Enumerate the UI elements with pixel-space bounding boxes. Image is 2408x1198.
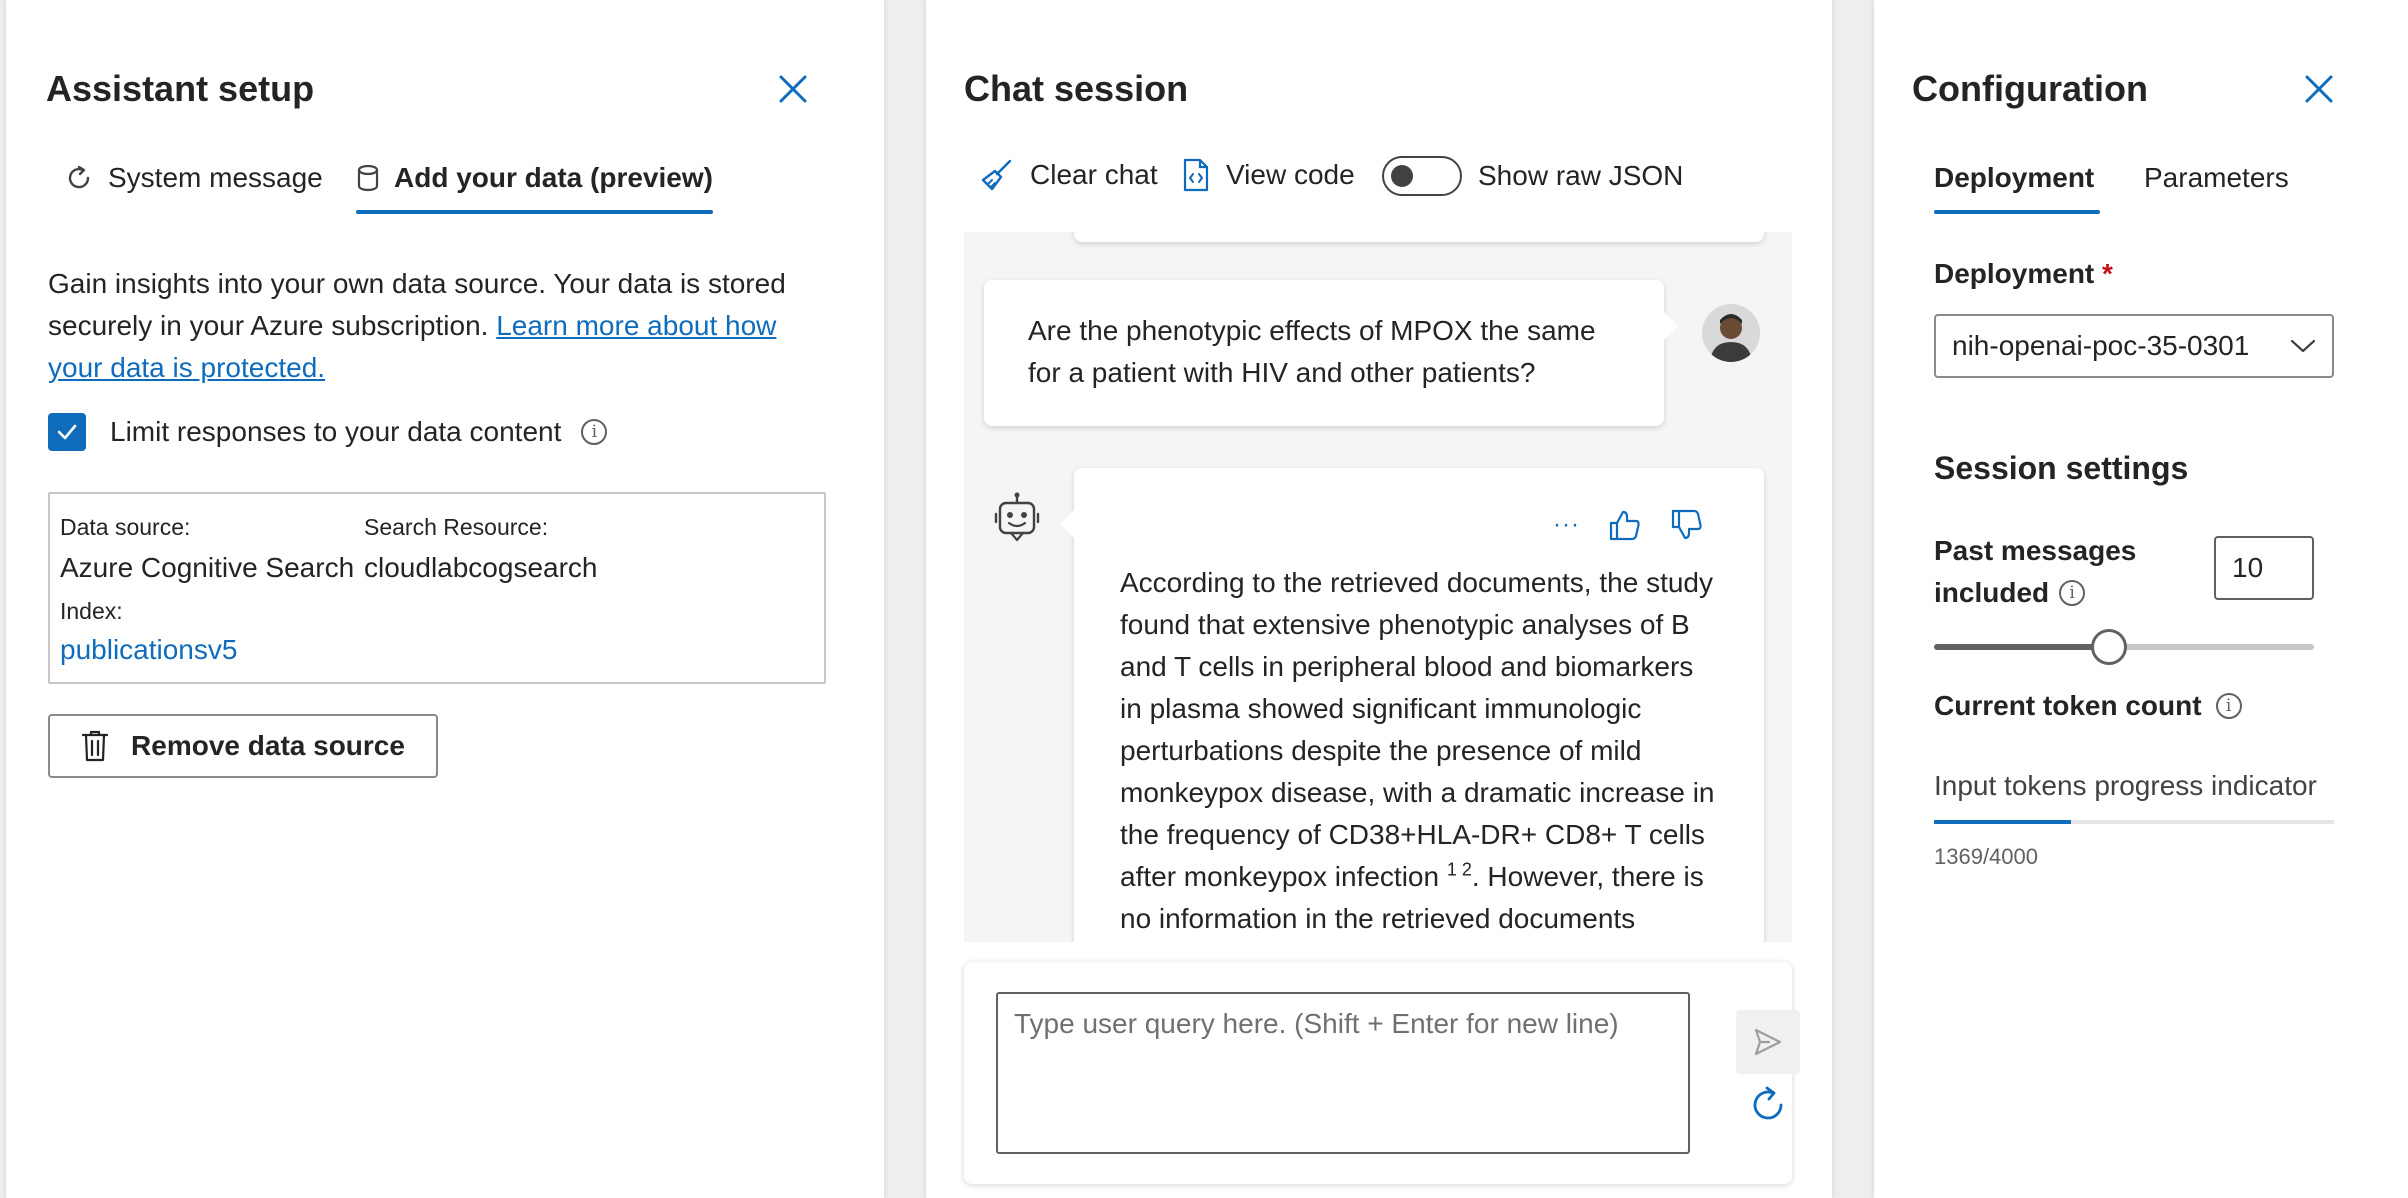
chat-session-panel: Chat session Clear chat View code Show r… — [926, 0, 1832, 1198]
active-tab-indicator — [356, 210, 713, 214]
search-resource-value: cloudlabcogsearch — [364, 552, 598, 583]
bubble-pointer — [1060, 508, 1076, 540]
assistant-setup-title: Assistant setup — [46, 68, 315, 109]
tab-label: System message — [108, 162, 323, 193]
info-icon[interactable]: i — [2059, 580, 2086, 606]
chat-history[interactable]: Are the phenotypic effects of MPOX the s… — [964, 232, 1792, 942]
intro-paragraph: Gain insights into your own data source.… — [48, 263, 838, 389]
token-progress-bar — [1934, 820, 2334, 824]
show-raw-json-toggle[interactable]: Show raw JSON — [1382, 156, 1683, 196]
database-icon — [357, 164, 379, 192]
search-resource-label: Search Resource: — [364, 514, 549, 540]
tab-parameters[interactable]: Parameters — [2144, 162, 2289, 194]
index-label: Index: — [60, 598, 123, 624]
close-icon[interactable] — [776, 72, 810, 106]
view-code-button[interactable]: View code — [1182, 158, 1355, 192]
checkmark-icon — [57, 424, 77, 440]
past-messages-label: Past messages included i — [1934, 530, 2136, 614]
assistant-message-card: ··· According to the retrieved documents… — [1060, 468, 1764, 942]
current-token-count-label: Current token count i — [1934, 690, 2242, 722]
deployment-label-text: Deployment — [1934, 258, 2095, 289]
citation-refs[interactable]: 1 2 — [1447, 860, 1472, 880]
show-raw-json-label: Show raw JSON — [1478, 160, 1684, 191]
limit-responses-label: Limit responses to your data content — [110, 416, 562, 447]
current-token-label-text: Current token count — [1934, 690, 2202, 721]
chat-input-card — [964, 962, 1800, 1184]
chat-session-title: Chat session — [964, 68, 1189, 109]
regenerate-icon[interactable] — [1748, 1084, 1790, 1126]
past-messages-input[interactable] — [2214, 536, 2314, 600]
past-messages-slider[interactable] — [1934, 629, 2314, 665]
index-link[interactable]: publicationsv5 — [60, 634, 237, 666]
info-icon[interactable]: i — [2215, 693, 2242, 719]
tab-add-your-data[interactable]: Add your data (preview) — [356, 162, 713, 214]
slider-thumb[interactable] — [2090, 629, 2127, 665]
slider-fill — [1934, 644, 2109, 650]
past-messages-label-line: included — [1934, 577, 2050, 608]
bubble-pointer — [1662, 310, 1678, 342]
input-tokens-label: Input tokens progress indicator — [1934, 770, 2317, 801]
tab-deployment[interactable]: Deployment — [1934, 162, 2101, 214]
deployment-label: Deployment * — [1934, 258, 2113, 290]
tab-label: Add your data (preview) — [394, 162, 713, 193]
configuration-title: Configuration — [1912, 68, 2148, 109]
more-options-icon[interactable]: ··· — [1553, 511, 1580, 539]
user-message-card: Are the phenotypic effects of MPOX the s… — [984, 280, 1678, 426]
previous-message-card — [1074, 232, 1764, 242]
send-button[interactable] — [1736, 1010, 1800, 1074]
token-progress-fill — [1934, 820, 2071, 824]
bot-icon — [994, 492, 1040, 542]
trash-icon — [81, 730, 109, 762]
remove-data-source-button[interactable]: Remove data source — [48, 714, 438, 778]
past-messages-label-line: Past messages — [1934, 535, 2137, 566]
thumbs-up-icon[interactable] — [1608, 508, 1642, 542]
refresh-icon — [68, 165, 90, 189]
message-actions: ··· — [1553, 508, 1704, 542]
close-icon[interactable] — [2302, 72, 2336, 106]
deployment-value: nih-openai-poc-35-0301 — [1952, 330, 2250, 361]
remove-button-label: Remove data source — [131, 730, 405, 761]
required-marker: * — [2102, 258, 2113, 289]
view-code-label: View code — [1226, 159, 1355, 190]
user-avatar — [1702, 304, 1760, 362]
data-source-card: Data source: Azure Cognitive Search Sear… — [48, 492, 826, 684]
configuration-panel: Configuration Deployment Parameters Depl… — [1874, 0, 2408, 1198]
clear-chat-label: Clear chat — [1030, 159, 1158, 190]
info-icon[interactable]: i — [581, 419, 608, 445]
assistant-setup-panel: Assistant setup System message Add your … — [6, 0, 884, 1198]
data-source-value: Azure Cognitive Search — [60, 552, 355, 583]
toggle-switch[interactable] — [1382, 156, 1462, 196]
thumbs-down-icon[interactable] — [1670, 508, 1704, 542]
limit-responses-checkbox[interactable] — [48, 413, 86, 451]
tab-label: Deployment — [1934, 162, 2095, 193]
active-tab-indicator — [1934, 210, 2101, 214]
toggle-knob — [1391, 165, 1413, 187]
send-icon — [1754, 1028, 1782, 1056]
user-message-text: Are the phenotypic effects of MPOX the s… — [1028, 315, 1596, 388]
code-file-icon — [1183, 158, 1209, 192]
chevron-down-icon — [2290, 339, 2316, 353]
tab-label: Parameters — [2144, 162, 2289, 193]
token-count-text: 1369/4000 — [1934, 844, 2038, 869]
limit-responses-row: Limit responses to your data content i — [110, 416, 608, 448]
deployment-dropdown[interactable]: nih-openai-poc-35-0301 — [1934, 314, 2334, 378]
assistant-text-part: According to the retrieved documents, th… — [1120, 567, 1715, 892]
tab-system-message[interactable]: System message — [64, 162, 323, 194]
assistant-message-text: According to the retrieved documents, th… — [1120, 562, 1720, 940]
clear-chat-button[interactable]: Clear chat — [980, 158, 1158, 192]
session-settings-title: Session settings — [1934, 450, 2189, 486]
data-source-label: Data source: — [60, 514, 191, 540]
broom-icon — [981, 159, 1012, 191]
user-query-input[interactable] — [996, 992, 1690, 1154]
